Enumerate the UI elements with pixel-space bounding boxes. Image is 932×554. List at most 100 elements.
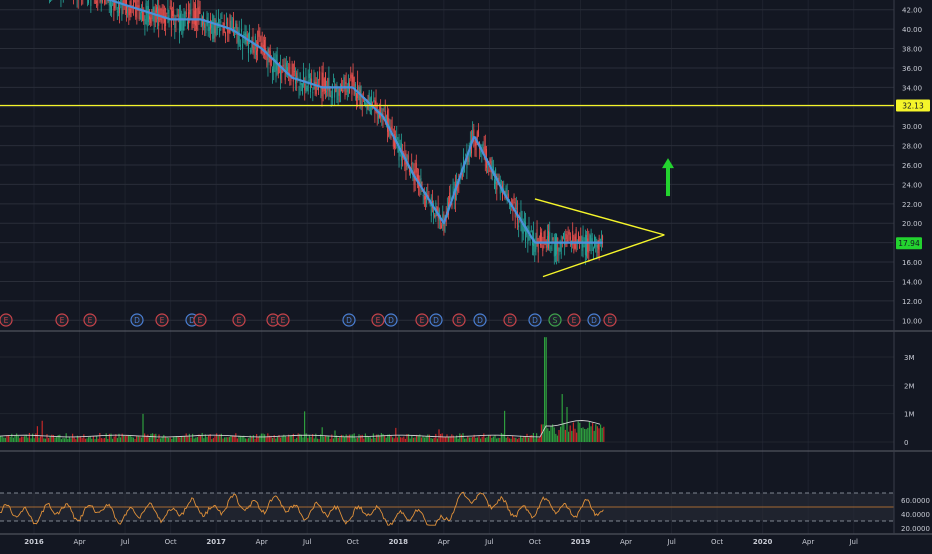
candle-body xyxy=(99,0,101,3)
candle-body xyxy=(293,71,295,73)
volume-bar xyxy=(432,438,434,442)
volume-bar xyxy=(192,433,194,442)
volume-bar xyxy=(38,437,40,442)
volume-bar xyxy=(3,437,5,442)
volume-bar xyxy=(99,432,101,442)
volume-bar xyxy=(296,437,298,442)
volume-bar xyxy=(260,433,262,442)
volume-bar xyxy=(409,438,411,442)
candle-body xyxy=(333,80,334,83)
volume-bar xyxy=(65,433,67,442)
rsi-pane[interactable] xyxy=(0,491,894,526)
volume-bar xyxy=(352,434,354,442)
candle-body xyxy=(231,26,233,28)
candle-body xyxy=(351,74,353,95)
volume-bar xyxy=(129,434,131,442)
candle-body xyxy=(530,230,532,232)
volume-bar xyxy=(446,434,448,442)
volume-bar xyxy=(22,436,24,442)
candle-body xyxy=(557,238,559,252)
candle-body xyxy=(258,30,260,37)
time-tick-label: Apr xyxy=(802,538,814,546)
chart-area[interactable]: EEEDEDEEEEDEDEDEDEDSEDE 10.00 12.00 14.00 1… xyxy=(0,0,932,550)
volume-bar xyxy=(492,436,494,442)
volume-bar xyxy=(107,438,109,442)
volume-bar xyxy=(235,433,237,442)
volume-bar xyxy=(507,436,509,442)
volume-bar xyxy=(374,437,376,442)
volume-bar xyxy=(56,436,58,442)
volume-bar xyxy=(563,422,565,442)
volume-bar xyxy=(331,434,333,442)
volume-bar xyxy=(371,438,373,442)
candle-body xyxy=(353,77,355,96)
volume-bar xyxy=(104,438,106,442)
volume-bar xyxy=(33,438,35,442)
candle-body xyxy=(357,81,359,99)
volume-bar xyxy=(88,437,90,442)
volume-bar xyxy=(574,428,576,442)
candle-body xyxy=(541,232,543,242)
volume-bar xyxy=(9,436,11,442)
volume-bar xyxy=(227,437,229,442)
volume-tick-label: 3M xyxy=(904,354,915,362)
volume-bar xyxy=(518,437,520,442)
volume-bar xyxy=(342,435,344,442)
volume-bar xyxy=(232,435,234,442)
volume-bar xyxy=(536,433,538,442)
candle-body xyxy=(178,15,180,33)
volume-bar xyxy=(24,436,26,442)
volume-bar xyxy=(152,433,154,442)
volume-bar xyxy=(443,437,445,442)
price-tick-label: 28.00 xyxy=(902,143,922,151)
event-marker-label: E xyxy=(271,316,276,325)
volume-bar xyxy=(19,438,21,442)
volume-bar xyxy=(206,437,208,442)
volume-bar xyxy=(105,433,107,442)
candle-body xyxy=(316,82,318,84)
event-marker-label: E xyxy=(608,316,613,325)
volume-bar xyxy=(585,429,587,442)
candle-body xyxy=(434,214,436,217)
chart-svg[interactable]: EEEDEDEEEEDEDEDEDEDSEDE 10.0012.0014.001… xyxy=(0,0,932,550)
candle-body xyxy=(254,36,256,50)
candle-body xyxy=(299,72,301,85)
candle-body xyxy=(583,245,585,247)
volume-bar xyxy=(500,432,502,442)
volume-bar xyxy=(588,422,590,442)
volume-bar xyxy=(160,438,162,442)
volume-bar xyxy=(358,434,360,442)
volume-bar xyxy=(600,424,602,442)
volume-bar xyxy=(411,435,413,442)
candle-body xyxy=(337,92,339,100)
candle-body xyxy=(423,195,425,200)
volume-bar xyxy=(499,437,501,442)
volume-bar xyxy=(131,436,133,442)
time-tick-label: 2018 xyxy=(389,538,409,546)
volume-bar xyxy=(328,436,330,442)
time-tick-label: Apr xyxy=(438,538,450,546)
volume-bar xyxy=(603,426,605,442)
volume-tick-label: 0 xyxy=(904,439,908,447)
volume-bar xyxy=(337,437,339,442)
volume-bar xyxy=(412,437,414,442)
candle-body xyxy=(174,22,176,29)
volume-bar xyxy=(556,435,558,442)
volume-bar xyxy=(550,426,552,442)
candle-body xyxy=(262,44,264,48)
candle-body xyxy=(548,231,549,249)
candle-body xyxy=(172,10,173,17)
volume-bar xyxy=(380,433,382,442)
candle-body xyxy=(214,24,216,34)
volume-bar xyxy=(153,434,155,442)
volume-bar xyxy=(417,435,419,442)
volume-bar xyxy=(188,433,190,442)
candle-body xyxy=(229,14,231,34)
volume-bar xyxy=(580,428,582,442)
volume-bar xyxy=(120,437,122,442)
candle-body xyxy=(259,36,261,42)
candle-body xyxy=(359,89,361,105)
volume-bar xyxy=(40,436,42,442)
candle-body xyxy=(90,0,92,7)
volume-bar xyxy=(488,434,490,442)
